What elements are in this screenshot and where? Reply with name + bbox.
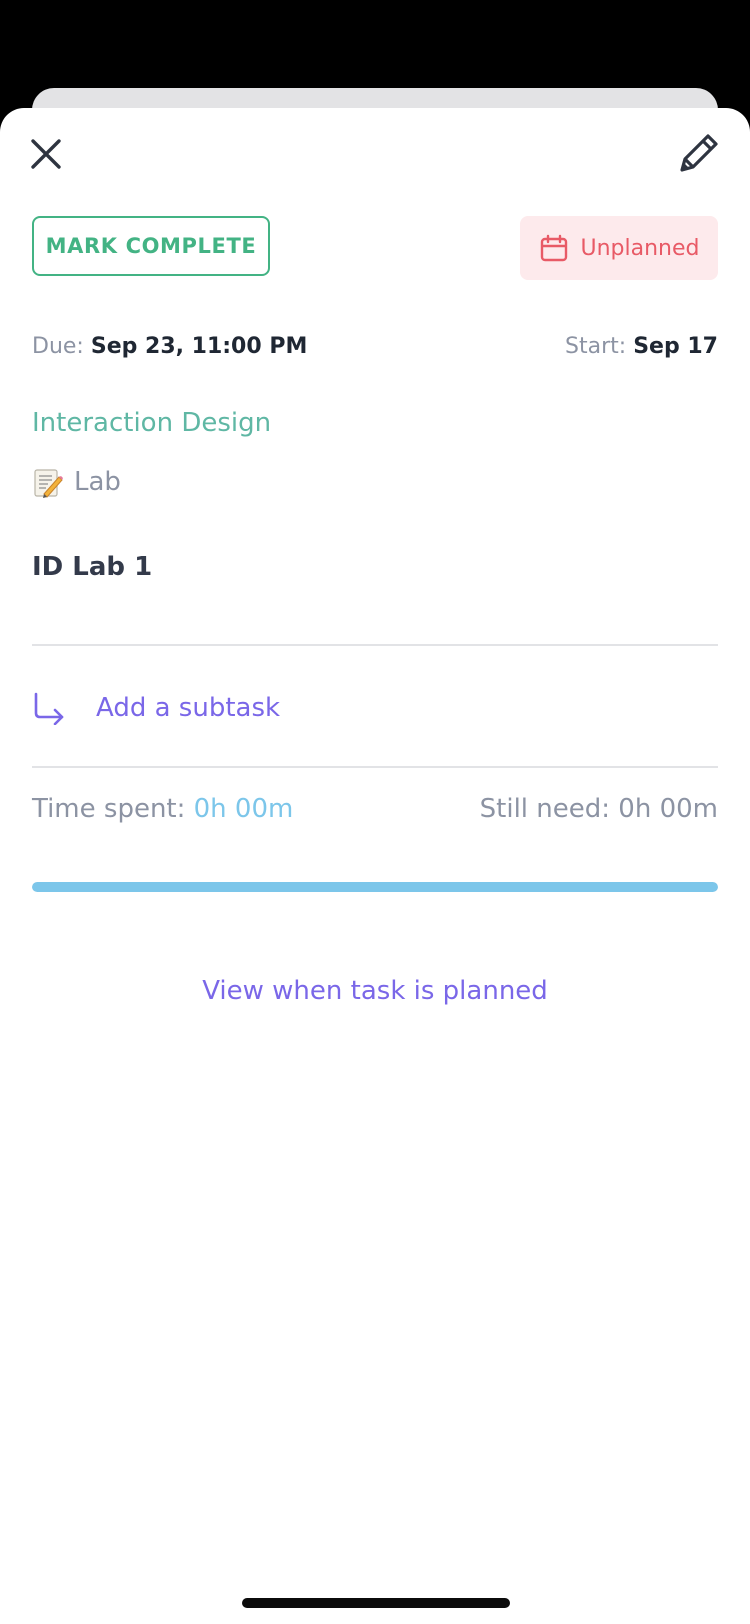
due-label: Due: [32,334,84,359]
pencil-icon [680,134,718,172]
mark-complete-label: MARK COMPLETE [45,234,257,258]
time-spent-value: 0h 00m [193,794,294,824]
task-type-label: Lab [74,467,121,497]
still-need: Still need: 0h 00m [480,794,718,824]
mark-complete-button[interactable]: MARK COMPLETE [32,216,270,276]
view-when-planned-link[interactable]: View when task is planned [0,976,750,1006]
start-value: Sep 17 [633,334,718,359]
unplanned-badge[interactable]: Unplanned [520,216,718,280]
time-progress-bar [32,882,718,892]
divider [32,644,718,646]
due-date: Due: Sep 23, 11:00 PM [32,334,307,359]
arrow-down-right-icon [34,692,64,725]
start-label: Start: [565,334,627,359]
home-indicator [242,1598,510,1608]
still-need-value: 0h 00m [618,794,718,824]
time-spent-label: Time spent: [32,794,186,824]
still-need-label: Still need: [479,794,611,824]
start-date: Start: Sep 17 [565,334,718,359]
due-value: Sep 23, 11:00 PM [90,334,308,359]
memo-icon [34,469,63,498]
close-button[interactable] [28,136,64,172]
close-icon [31,139,61,169]
time-progress-fill [32,882,718,892]
time-spent: Time spent: 0h 00m [32,794,293,824]
edit-button[interactable] [676,130,722,176]
unplanned-label: Unplanned [580,235,700,261]
calendar-icon [540,234,567,262]
task-detail-sheet: MARK COMPLETE Unplanned Due: Sep 23, 11:… [0,108,750,1624]
task-type: Lab [32,466,121,498]
course-name[interactable]: Interaction Design [32,408,271,438]
add-subtask-label: Add a subtask [96,693,281,723]
divider [32,766,718,768]
add-subtask-button[interactable]: Add a subtask [32,682,718,734]
task-title: ID Lab 1 [32,552,153,582]
